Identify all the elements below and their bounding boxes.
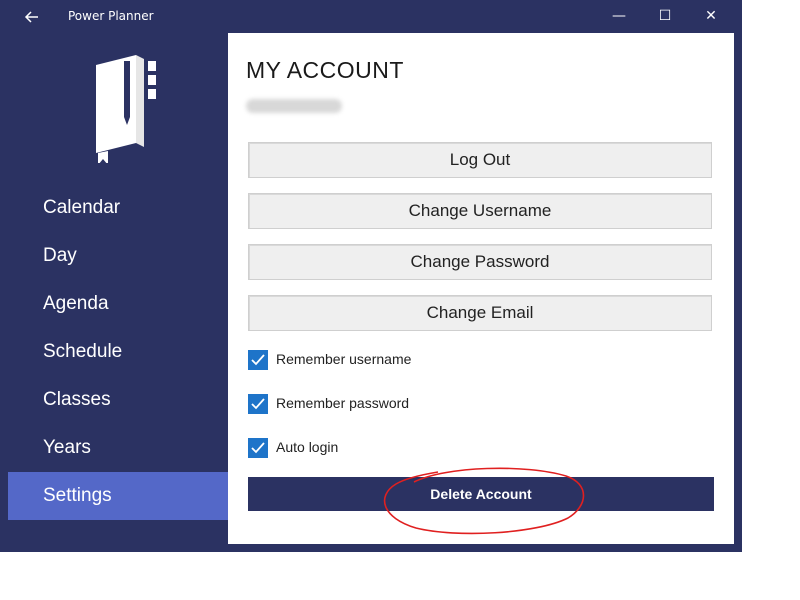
checkmark-icon: [251, 354, 265, 366]
auto-login-label: Auto login: [276, 439, 339, 455]
auto-login-checkbox[interactable]: [248, 438, 268, 458]
sidebar-item-years[interactable]: Years: [8, 424, 228, 472]
checkmark-icon: [251, 442, 265, 454]
username-redacted: [246, 99, 342, 113]
remember-username-checkbox[interactable]: [248, 350, 268, 370]
close-button[interactable]: ✕: [688, 0, 734, 33]
sidebar-item-settings[interactable]: Settings: [8, 472, 228, 520]
sidebar-item-schedule[interactable]: Schedule: [8, 328, 228, 376]
sidebar-item-day[interactable]: Day: [8, 232, 228, 280]
app-window: Power Planner — ☐ ✕ Calendar Day Agenda …: [0, 0, 742, 552]
sidebar-item-agenda[interactable]: Agenda: [8, 280, 228, 328]
logout-button[interactable]: Log Out: [248, 142, 712, 178]
back-button[interactable]: [18, 5, 46, 29]
arrow-left-icon: [24, 11, 38, 23]
remember-username-label: Remember username: [276, 351, 412, 367]
change-password-button[interactable]: Change Password: [248, 244, 712, 280]
app-logo-icon: [96, 55, 156, 163]
minimize-icon: —: [612, 8, 626, 24]
account-panel: MY ACCOUNT Log Out Change Username Chang…: [228, 33, 734, 544]
sidebar: Calendar Day Agenda Schedule Classes Yea…: [8, 33, 228, 544]
delete-account-button[interactable]: Delete Account: [248, 477, 714, 511]
close-icon: ✕: [705, 8, 717, 24]
maximize-icon: ☐: [658, 8, 672, 24]
change-username-button[interactable]: Change Username: [248, 193, 712, 229]
remember-password-label: Remember password: [276, 395, 410, 411]
minimize-button[interactable]: —: [596, 0, 642, 33]
checkmark-icon: [251, 398, 265, 410]
app-title: Power Planner: [68, 9, 154, 23]
page-title: MY ACCOUNT: [246, 57, 404, 83]
change-email-button[interactable]: Change Email: [248, 295, 712, 331]
remember-password-checkbox[interactable]: [248, 394, 268, 414]
sidebar-item-calendar[interactable]: Calendar: [8, 184, 228, 232]
title-bar: Power Planner — ☐ ✕: [0, 0, 742, 33]
sidebar-item-classes[interactable]: Classes: [8, 376, 228, 424]
maximize-button[interactable]: ☐: [642, 0, 688, 33]
